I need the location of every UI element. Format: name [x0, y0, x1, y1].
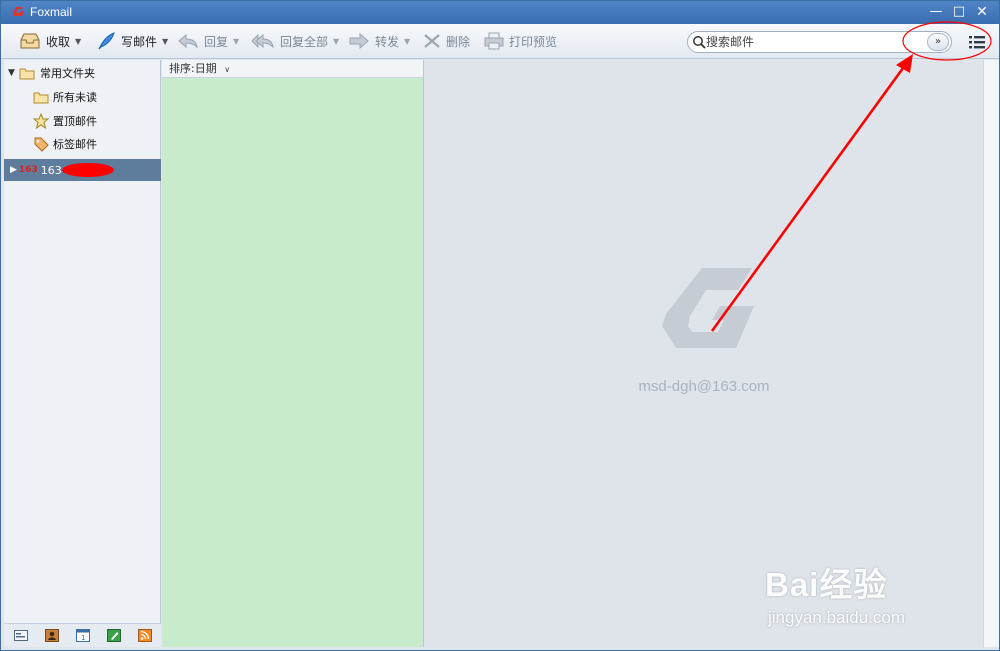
calendar-module-icon[interactable]: 1	[76, 629, 90, 642]
reply-all-arrow-icon	[251, 33, 274, 49]
compose-label: 写邮件	[121, 34, 158, 49]
delete-button[interactable]: 删除	[423, 30, 470, 52]
sort-label: 排序:日期	[169, 62, 217, 75]
receive-label: 收取	[46, 34, 71, 49]
mail-module-icon[interactable]	[14, 629, 28, 642]
minimize-button[interactable]: —	[927, 4, 945, 20]
rss-module-icon[interactable]	[138, 629, 152, 642]
reply-button[interactable]: 回复 ▼	[177, 30, 239, 52]
account-label: 163	[40, 163, 62, 177]
baidu-brand-text: Bai经验	[765, 566, 888, 603]
inbox-tray-icon	[20, 33, 40, 49]
right-edge-rail	[983, 60, 999, 647]
baidu-watermark: Bai经验 jingyan.baidu.com	[765, 550, 965, 630]
chevron-down-icon: ∨	[224, 65, 231, 74]
sidebar-item-pinned[interactable]: 置顶邮件	[33, 111, 97, 131]
common-folders-node[interactable]: ▼ 常用文件夹	[8, 63, 95, 83]
foxmail-logo-icon	[13, 7, 24, 16]
star-icon	[33, 113, 49, 129]
expand-triangle-icon[interactable]: ▶	[10, 165, 17, 175]
sort-selector[interactable]: 排序:日期 ∨	[162, 60, 423, 78]
forward-label: 转发	[375, 34, 400, 49]
double-chevron-down-icon: »	[934, 36, 942, 47]
receive-dropdown-icon[interactable]: ▼	[75, 37, 81, 46]
redaction-mark	[62, 163, 114, 177]
forward-arrow-icon	[349, 33, 369, 49]
print-preview-button[interactable]: 打印预览	[484, 30, 557, 52]
search-options-button[interactable]: »	[927, 33, 949, 51]
mail-list-pane: 排序:日期 ∨	[162, 60, 424, 647]
reply-all-button[interactable]: 回复全部 ▼	[251, 30, 339, 52]
expand-triangle-icon[interactable]: ▼	[8, 68, 19, 78]
search-input[interactable]	[706, 34, 906, 50]
close-button[interactable]: ✕	[973, 4, 991, 20]
reply-all-label: 回复全部	[280, 34, 329, 49]
forward-button[interactable]: 转发 ▼	[348, 30, 410, 52]
delete-scissors-icon	[424, 34, 440, 48]
search-box	[687, 31, 952, 53]
sidebar-item-all-unread[interactable]: 所有未读	[33, 87, 97, 107]
sidebar-item-label: 标签邮件	[53, 138, 97, 151]
account-email: msd-dgh@163.com	[638, 378, 770, 395]
title-bar: Foxmail — □ ✕	[1, 1, 999, 24]
search-icon	[693, 36, 706, 49]
delete-label: 删除	[446, 34, 471, 49]
sidebar-item-label: 所有未读	[53, 91, 97, 104]
common-folders-label: 常用文件夹	[40, 67, 95, 80]
folder-sidebar: ▼ 常用文件夹 所有未读 置顶邮件 标签邮件 ▶ 163 163 1	[4, 60, 161, 647]
reply-dropdown-icon[interactable]: ▼	[233, 37, 239, 46]
baidu-url-text: jingyan.baidu.com	[768, 608, 906, 627]
tag-icon	[34, 137, 49, 152]
compose-button[interactable]: 写邮件 ▼	[96, 30, 168, 52]
contacts-module-icon[interactable]	[45, 629, 59, 642]
main-menu-icon[interactable]	[968, 34, 986, 50]
maximize-button[interactable]: □	[950, 4, 968, 20]
notes-module-icon[interactable]	[107, 629, 121, 642]
reply-label: 回复	[204, 34, 229, 49]
compose-dropdown-icon[interactable]: ▼	[162, 37, 168, 46]
reply-all-dropdown-icon[interactable]: ▼	[333, 37, 339, 46]
printer-icon	[484, 32, 504, 50]
svg-text:1: 1	[81, 634, 85, 642]
account-163-badge-icon: 163	[18, 165, 38, 175]
foxmail-watermark-logo-icon	[662, 268, 754, 348]
reply-arrow-icon	[178, 33, 198, 49]
sidebar-item-label: 置顶邮件	[53, 115, 97, 128]
print-preview-label: 打印预览	[509, 34, 558, 49]
main-toolbar: 收取 ▼ 写邮件 ▼ 回复 ▼ 回复全部 ▼ 转发 ▼ 删除 打印预览 搜索邮件…	[1, 24, 999, 59]
window-title: Foxmail	[30, 5, 73, 19]
module-switcher-bar: 1	[4, 623, 161, 647]
feather-pen-icon	[98, 32, 115, 50]
folder-icon	[19, 68, 35, 80]
folder-icon	[33, 92, 49, 104]
forward-dropdown-icon[interactable]: ▼	[404, 37, 410, 46]
sidebar-item-tagged[interactable]: 标签邮件	[33, 134, 97, 154]
receive-button[interactable]: 收取 ▼	[19, 30, 81, 52]
